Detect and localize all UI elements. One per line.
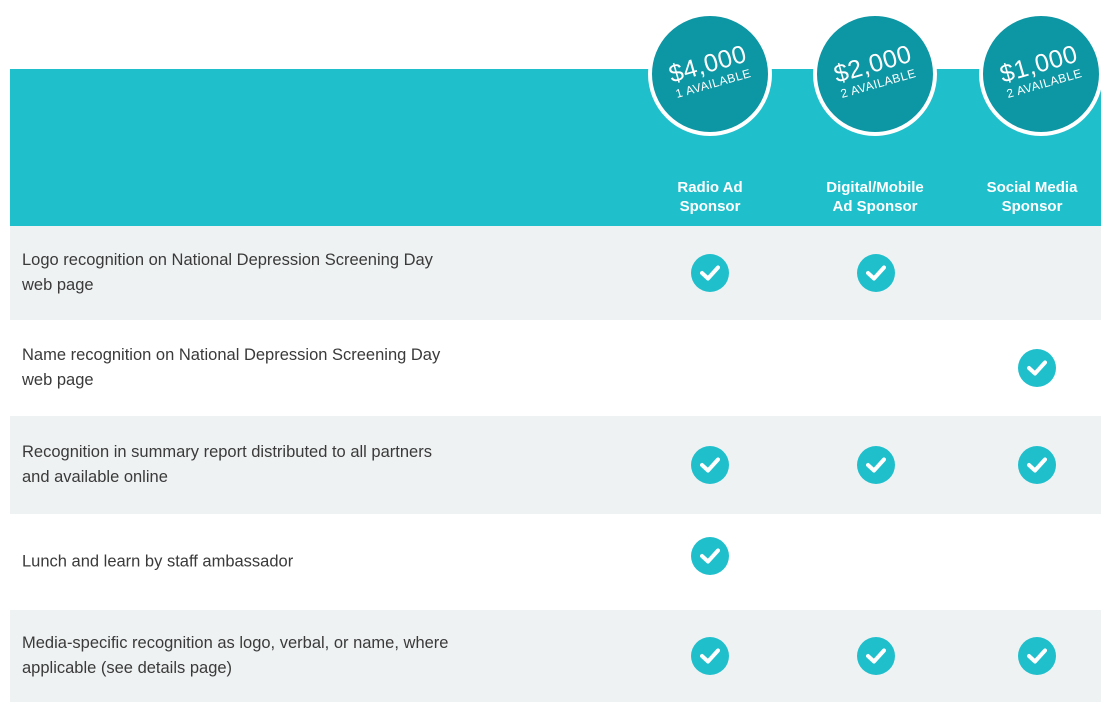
- tier-name-line: Digital/Mobile: [826, 179, 924, 196]
- tier-name-line: Ad Sponsor: [832, 198, 918, 215]
- tier-name-line: Social Media: [986, 179, 1078, 196]
- benefit-label-line: Lunch and learn by staff ambassador: [22, 552, 294, 571]
- benefit-label-line: Name recognition on National Depression …: [22, 346, 441, 364]
- tier-name-line: Sponsor: [679, 198, 741, 215]
- benefit-label: Name recognition on National Depression …: [22, 343, 622, 393]
- benefit-label: Media-specific recognition as logo, verb…: [22, 631, 622, 681]
- benefit-label-line: Media-specific recognition as logo, verb…: [22, 634, 449, 652]
- tier-name-line: Radio Ad: [677, 179, 743, 196]
- tier-badge-digital: $2,000 2 AVAILABLE: [813, 12, 937, 136]
- benefit-row: Logo recognition on National Depression …: [10, 226, 1101, 320]
- check-circle-icon: [857, 446, 895, 484]
- tier-name-social: Social Media Sponsor: [957, 178, 1101, 216]
- benefit-label-line: Logo recognition on National Depression …: [22, 251, 433, 269]
- benefit-row: Recognition in summary report distribute…: [10, 416, 1101, 514]
- benefit-label-line: and available online: [22, 468, 168, 486]
- check-circle-icon: [691, 537, 729, 575]
- tier-name-line: Sponsor: [1001, 198, 1063, 215]
- benefit-label: Logo recognition on National Depression …: [22, 248, 622, 298]
- benefit-label-line: Recognition in summary report distribute…: [22, 443, 432, 461]
- check-circle-icon: [1018, 637, 1056, 675]
- benefit-label-line: web page: [22, 276, 94, 294]
- tier-name-radio: Radio Ad Sponsor: [635, 178, 785, 216]
- benefit-label: Recognition in summary report distribute…: [22, 440, 622, 490]
- tier-badge-social: $1,000 2 AVAILABLE: [979, 12, 1101, 136]
- benefit-row: Name recognition on National Depression …: [10, 320, 1101, 416]
- check-circle-icon: [691, 254, 729, 292]
- benefit-label-line: web page: [22, 371, 94, 389]
- benefit-row: Lunch and learn by staff ambassador: [10, 514, 1101, 610]
- benefit-row: Media-specific recognition as logo, verb…: [10, 610, 1101, 702]
- check-circle-icon: [1018, 446, 1056, 484]
- tier-name-digital: Digital/Mobile Ad Sponsor: [800, 178, 950, 216]
- check-circle-icon: [1018, 349, 1056, 387]
- benefit-label: Lunch and learn by staff ambassador: [22, 550, 622, 575]
- tier-badge-radio: $4,000 1 AVAILABLE: [648, 12, 772, 136]
- check-circle-icon: [857, 254, 895, 292]
- check-circle-icon: [857, 637, 895, 675]
- check-circle-icon: [691, 446, 729, 484]
- check-circle-icon: [691, 637, 729, 675]
- benefit-label-line: applicable (see details page): [22, 659, 233, 677]
